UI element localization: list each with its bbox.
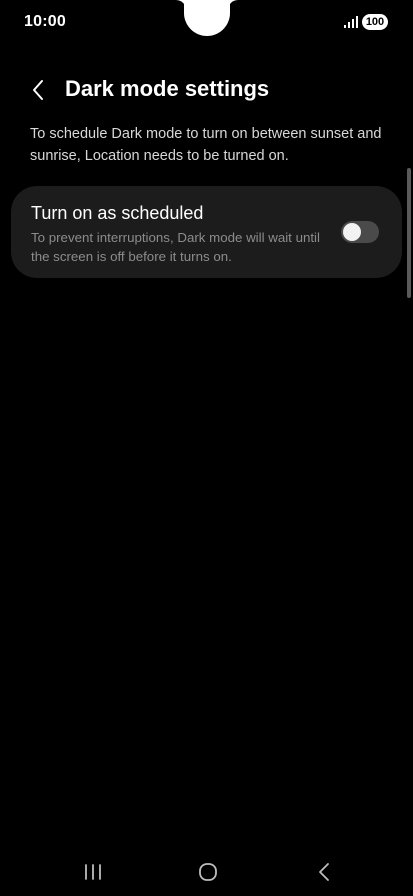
setting-title: Turn on as scheduled <box>31 203 204 223</box>
signal-bars-icon <box>344 16 358 28</box>
location-description: To schedule Dark mode to turn on between… <box>30 126 382 164</box>
status-time: 10:00 <box>24 13 66 30</box>
toggle-knob <box>343 223 361 241</box>
home-icon <box>199 863 217 881</box>
turn-on-as-scheduled-setting[interactable]: Turn on as scheduled To prevent interrup… <box>11 186 402 278</box>
back-button[interactable] <box>22 74 54 106</box>
page-title: Dark mode settings <box>65 76 270 101</box>
chevron-left-icon <box>33 80 43 100</box>
battery-indicator: 100 <box>362 14 388 30</box>
battery-level: 100 <box>365 16 385 28</box>
setting-subtitle: To prevent interruptions, Dark mode will… <box>31 230 320 264</box>
status-bar: 10:00 100 <box>0 0 413 44</box>
recents-icon <box>85 864 101 880</box>
screen: 10:00 100 Dark mode settings To schedule… <box>0 0 413 896</box>
camera-notch <box>184 0 230 36</box>
recents-button[interactable] <box>73 858 113 886</box>
navigation-bar <box>0 850 413 896</box>
home-button[interactable] <box>188 858 228 886</box>
scrollbar[interactable] <box>407 168 411 298</box>
nav-back-button[interactable] <box>304 858 344 886</box>
app-header: Dark mode settings <box>0 64 413 114</box>
back-icon <box>319 863 329 881</box>
schedule-toggle[interactable] <box>341 221 379 243</box>
